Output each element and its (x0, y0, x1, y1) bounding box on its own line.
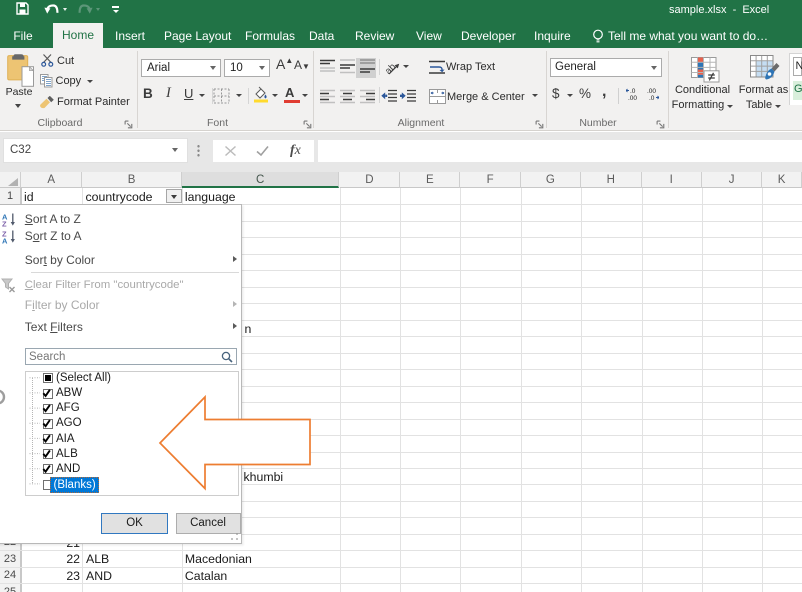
svg-text:.00: .00 (628, 95, 637, 101)
svg-text:A: A (2, 237, 8, 245)
svg-text:Z: Z (2, 220, 7, 228)
svg-text:.00: .00 (647, 88, 656, 95)
svg-text:ab: ab (384, 62, 398, 75)
svg-text:.0: .0 (630, 88, 636, 95)
svg-text:.0: .0 (649, 95, 655, 101)
